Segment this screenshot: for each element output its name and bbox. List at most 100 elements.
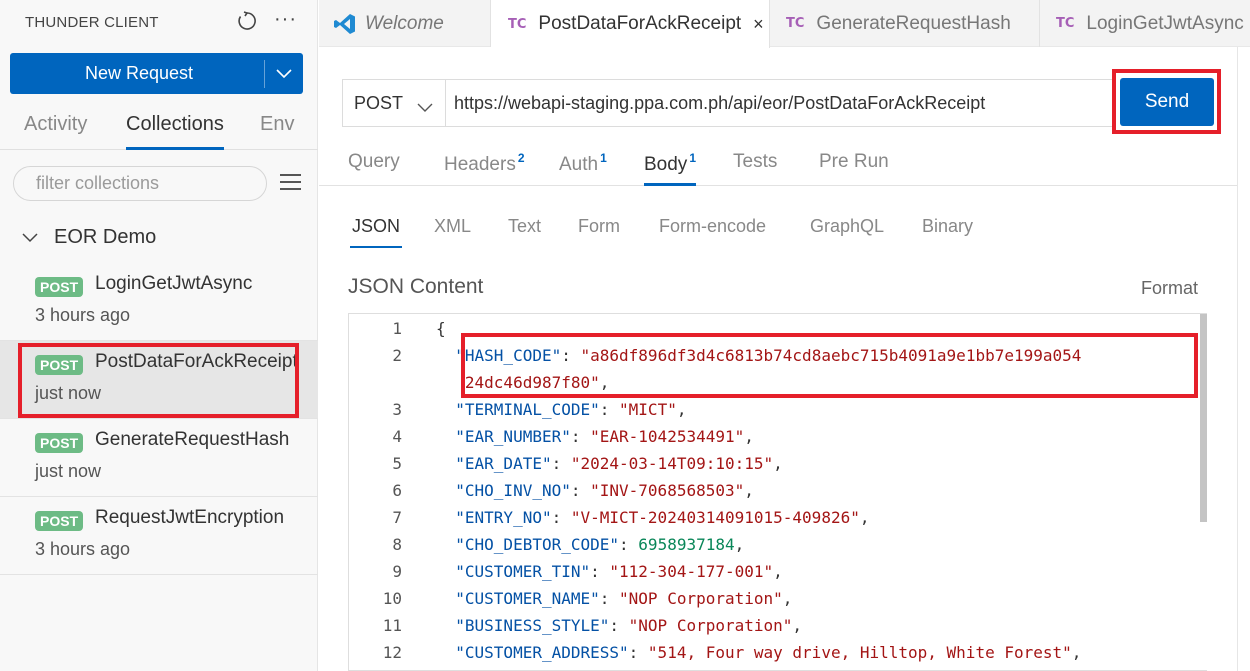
- url-input[interactable]: [445, 79, 1115, 127]
- thunder-client-icon: TC: [508, 16, 527, 32]
- code-text: "HASH_CODE": "a86df896df3d4c6813b74cd8ae…: [436, 346, 1082, 365]
- sidebar-title: THUNDER CLIENT: [25, 14, 159, 31]
- line-number: 11: [382, 616, 402, 635]
- request-item[interactable]: POST GenerateRequestHash just now: [0, 419, 318, 497]
- tab-pre-run[interactable]: Pre Run: [819, 151, 889, 173]
- line-number: 12: [382, 643, 402, 662]
- collection-name: EOR Demo: [54, 226, 157, 248]
- chevron-down-icon: [22, 232, 38, 243]
- send-button[interactable]: Send: [1120, 78, 1214, 126]
- line-number: 10: [382, 589, 402, 608]
- tab-activity[interactable]: Activity: [24, 113, 87, 136]
- request-time: 3 hours ago: [35, 305, 131, 325]
- thunder-client-icon: TC: [1056, 16, 1075, 31]
- sidebar-tabs: Activity Collections Env: [0, 108, 318, 150]
- tab-form[interactable]: Form: [578, 216, 620, 237]
- json-content-label: JSON Content: [348, 275, 484, 298]
- tab-auth[interactable]: Auth 1: [559, 151, 607, 176]
- count-badge: 1: [600, 151, 607, 165]
- tab-label: Auth: [559, 154, 599, 175]
- method-badge: POST: [35, 355, 84, 375]
- tab-binary[interactable]: Binary: [922, 216, 973, 237]
- new-request-button[interactable]: New Request: [10, 53, 303, 94]
- count-badge: 1: [689, 151, 696, 165]
- code-text: "BUSINESS_STYLE": "NOP Corporation",: [436, 616, 803, 635]
- request-name: RequestJwtEncryption: [95, 507, 285, 528]
- tab-text[interactable]: Text: [508, 216, 541, 237]
- method-badge: POST: [35, 277, 84, 297]
- request-name: LoginGetJwtAsync: [95, 273, 253, 294]
- method-select[interactable]: POST: [342, 79, 445, 127]
- request-item[interactable]: POST LoginGetJwtAsync 3 hours ago: [0, 263, 318, 341]
- request-tabs: Query Headers 2 Auth 1 Body 1 Tests Pre Run: [319, 140, 1238, 186]
- tab-logingetjwtasync[interactable]: TC LoginGetJwtAsync: [1040, 0, 1250, 47]
- tab-query[interactable]: Query: [348, 151, 400, 173]
- tab-label: PostDataForAckReceipt: [538, 13, 742, 34]
- line-number: 8: [392, 535, 402, 554]
- tab-label: GenerateRequestHash: [816, 12, 1011, 34]
- line-number: 5: [392, 454, 402, 473]
- code-text: "CHO_INV_NO": "INV-7068568503",: [436, 481, 754, 500]
- tab-form-encode[interactable]: Form-encode: [659, 216, 766, 237]
- sidebar: THUNDER CLIENT ··· New Request Activity …: [0, 0, 318, 671]
- format-button[interactable]: Format: [1141, 278, 1198, 299]
- code-text: "EAR_NUMBER": "EAR-1042534491",: [436, 427, 754, 446]
- tab-welcome[interactable]: Welcome: [319, 0, 491, 47]
- request-item-selected[interactable]: POST PostDataForAckReceipt just now: [0, 341, 318, 419]
- tab-body[interactable]: Body 1: [644, 151, 696, 186]
- code-text: "CUSTOMER_NAME": "NOP Corporation",: [436, 589, 793, 608]
- collection-eor-demo[interactable]: EOR Demo: [22, 226, 156, 249]
- request-name: GenerateRequestHash: [95, 429, 290, 450]
- code-text: "CUSTOMER_ADDRESS": "514, Four way drive…: [436, 643, 1082, 662]
- scrollbar[interactable]: [1200, 314, 1207, 522]
- line-number: 3: [392, 400, 402, 419]
- chevron-down-icon[interactable]: [265, 68, 303, 79]
- code-text: "TERMINAL_CODE": "MICT",: [436, 400, 687, 419]
- tab-postdataforackreceipt[interactable]: TC PostDataForAckReceipt ×: [491, 0, 770, 48]
- refresh-icon[interactable]: [236, 10, 258, 38]
- tab-label: Welcome: [365, 12, 444, 34]
- request-time: just now: [35, 461, 102, 481]
- request-time: just now: [35, 383, 102, 403]
- tab-env[interactable]: Env: [260, 113, 294, 136]
- line-number: 6: [392, 481, 402, 500]
- chevron-down-icon: [417, 97, 433, 118]
- tab-label: Tests: [733, 151, 778, 172]
- json-editor[interactable]: 1 {2 "HASH_CODE": "a86df896df3d4c6813b74c…: [348, 313, 1207, 671]
- more-icon[interactable]: ···: [274, 8, 297, 31]
- editor-tab-bar: Welcome TC PostDataForAckReceipt × TC Ge…: [319, 0, 1250, 48]
- tab-generaterequesthash[interactable]: TC GenerateRequestHash: [770, 0, 1040, 47]
- tab-label: Headers: [444, 154, 516, 175]
- request-time: 3 hours ago: [35, 539, 131, 559]
- tab-json[interactable]: JSON: [349, 216, 403, 248]
- code-text: {: [436, 319, 446, 338]
- tab-collections[interactable]: Collections: [126, 113, 224, 150]
- new-request-label: New Request: [84, 63, 194, 83]
- code-text: "ENTRY_NO": "V-MICT-20240314091015-40982…: [436, 508, 870, 527]
- line-number: 9: [392, 562, 402, 581]
- tab-graphql[interactable]: GraphQL: [810, 216, 884, 237]
- code-text: 24dc46d987f80",: [436, 373, 610, 392]
- request-item[interactable]: POST RequestJwtEncryption 3 hours ago: [0, 497, 318, 575]
- tab-label: Body: [644, 154, 688, 175]
- method-badge: POST: [35, 511, 84, 531]
- method-badge: POST: [35, 433, 84, 453]
- thunder-client-icon: TC: [786, 16, 805, 31]
- tab-label: Pre Run: [819, 151, 889, 172]
- line-number: 4: [392, 427, 402, 446]
- tab-tests[interactable]: Tests: [733, 151, 777, 173]
- tab-label: LoginGetJwtAsync: [1086, 12, 1244, 34]
- tab-headers[interactable]: Headers 2: [444, 151, 525, 176]
- code-text: "CUSTOMER_TIN": "112-304-177-001",: [436, 562, 783, 581]
- tab-xml[interactable]: XML: [434, 216, 471, 237]
- line-number: 1: [392, 319, 402, 338]
- count-badge: 2: [517, 151, 525, 165]
- close-icon[interactable]: ×: [753, 14, 764, 35]
- filter-collections-input[interactable]: [13, 166, 267, 201]
- menu-icon[interactable]: [280, 174, 301, 195]
- tab-label: Query: [348, 151, 400, 172]
- line-number: 7: [392, 508, 402, 527]
- code-text: "CHO_DEBTOR_CODE": 6958937184,: [436, 535, 745, 554]
- divider: [1237, 47, 1238, 671]
- code-text: "EAR_DATE": "2024-03-14T09:10:15",: [436, 454, 783, 473]
